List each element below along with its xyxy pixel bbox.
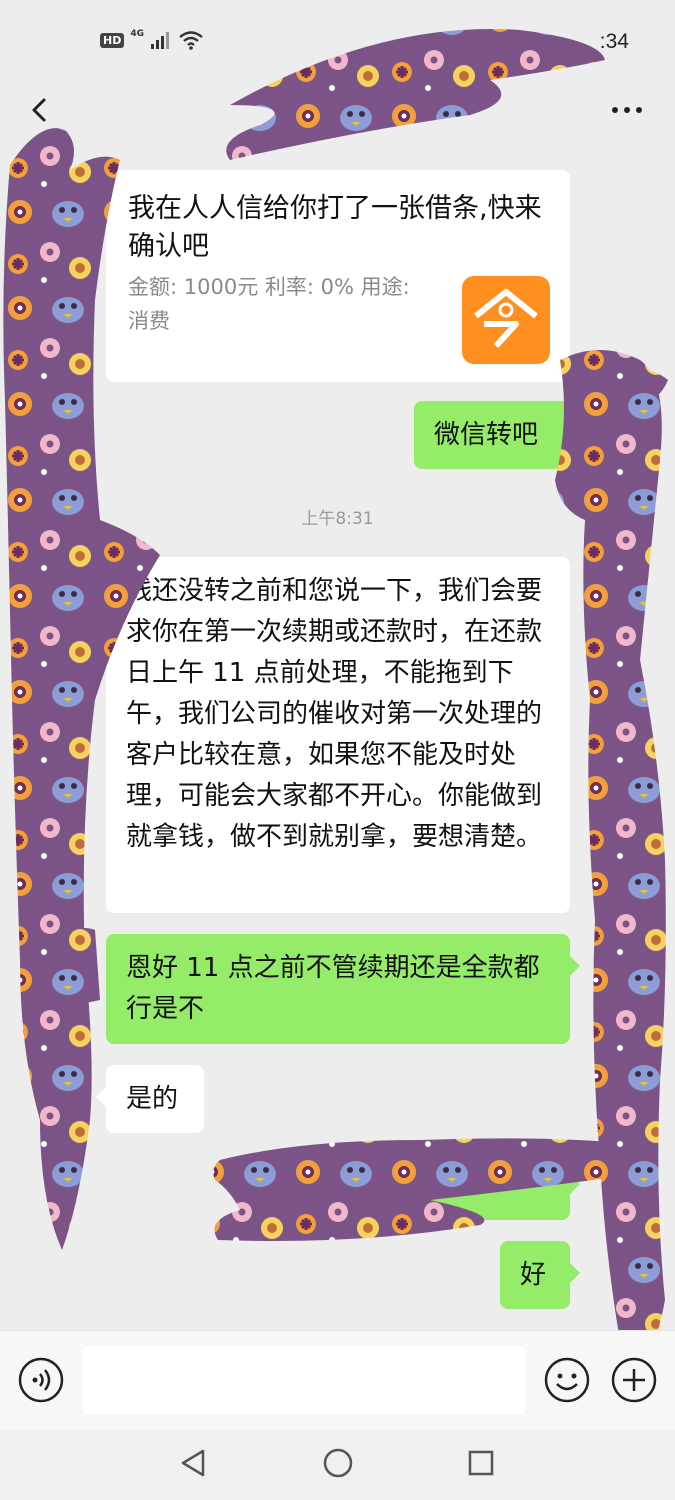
nav-recents-button[interactable] [463, 1445, 499, 1481]
system-navigation-bar [0, 1430, 675, 1500]
nav-home-button[interactable] [320, 1445, 356, 1481]
voice-icon [18, 1357, 64, 1403]
triangle-back-icon [181, 1449, 205, 1477]
plus-icon [611, 1357, 657, 1403]
emoji-button[interactable] [544, 1357, 590, 1403]
circle-home-icon [323, 1448, 353, 1478]
square-recents-icon [468, 1450, 494, 1476]
redaction-scribble [3, 28, 668, 1372]
message-text-input[interactable] [82, 1346, 526, 1414]
message-input-bar [0, 1330, 675, 1430]
more-actions-button[interactable] [611, 1357, 657, 1403]
emoji-icon [544, 1357, 590, 1403]
voice-button[interactable] [18, 1357, 64, 1403]
nav-back-button[interactable] [175, 1445, 211, 1481]
